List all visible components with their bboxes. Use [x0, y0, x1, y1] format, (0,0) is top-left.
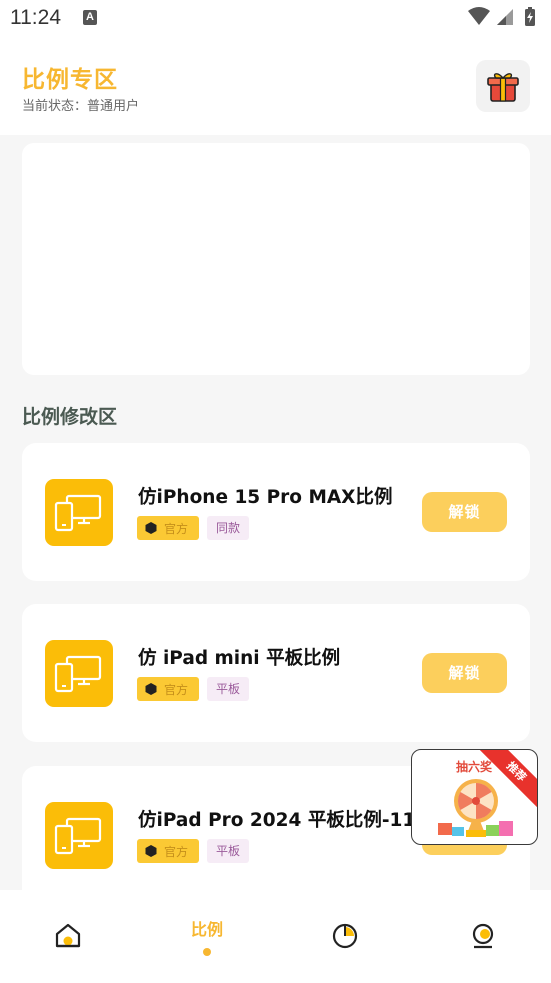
header: 比例专区 当前状态：普通用户 [0, 40, 551, 135]
devices-icon [45, 640, 113, 707]
ratio-card-ipad-mini[interactable]: 仿 iPad mini 平板比例 官方 平板 解锁 [22, 604, 530, 742]
gift-button[interactable] [476, 60, 530, 112]
official-tag-label: 官方 [164, 682, 189, 697]
unlock-button[interactable]: 解锁 [422, 492, 507, 532]
official-tag: 官方 [137, 839, 199, 863]
devices-icon [45, 479, 113, 546]
wifi-icon [468, 7, 490, 25]
devices-icon [45, 802, 113, 869]
section-title: 比例修改区 [22, 406, 118, 428]
nav-stats[interactable] [295, 890, 395, 983]
category-tag: 平板 [207, 677, 250, 701]
signal-icon [497, 9, 513, 25]
status-time: 11:24 [10, 6, 61, 29]
card-tags: 官方 同款 [137, 516, 250, 540]
cube-icon [145, 683, 157, 695]
home-icon [55, 923, 81, 948]
nav-ratio[interactable]: 比例 [157, 890, 257, 983]
float-ad-title: 抽六奖 [456, 760, 493, 774]
official-tag: 官方 [137, 516, 199, 540]
profile-icon [472, 923, 494, 949]
banner-area[interactable] [22, 143, 530, 375]
lottery-float-ad[interactable]: 抽六奖 推荐 [411, 749, 538, 845]
nav-home[interactable] [18, 890, 118, 983]
prize-wheel-icon [438, 779, 513, 837]
cube-icon [145, 845, 157, 857]
card-title: 仿iPhone 15 Pro MAX比例 [138, 487, 393, 508]
status-bar: 11:24 A [0, 0, 551, 40]
nav-ratio-label: 比例 [190, 920, 223, 939]
unlock-button[interactable]: 解锁 [422, 653, 507, 693]
category-tag: 同款 [207, 516, 250, 540]
nav-profile[interactable] [433, 890, 533, 983]
gift-icon [487, 73, 519, 102]
card-tags: 官方 平板 [137, 677, 250, 701]
active-indicator [203, 948, 211, 956]
page-title: 比例专区 [22, 67, 118, 93]
official-tag: 官方 [137, 677, 199, 701]
pie-chart-icon [332, 923, 358, 949]
official-tag-label: 官方 [164, 844, 189, 859]
bottom-nav: 比例 [0, 890, 551, 983]
card-tags: 官方 平板 [137, 839, 250, 863]
battery-icon [525, 7, 535, 26]
card-title: 仿iPad Pro 2024 平板比例-11寸 [138, 810, 434, 831]
ratio-card-iphone-15-pro-max[interactable]: 仿iPhone 15 Pro MAX比例 官方 同款 解锁 [22, 443, 530, 581]
accessibility-indicator-icon: A [83, 10, 97, 25]
cube-icon [145, 522, 157, 534]
user-status: 当前状态：普通用户 [22, 99, 140, 114]
status-icons [467, 6, 541, 28]
card-title: 仿 iPad mini 平板比例 [138, 648, 341, 669]
official-tag-label: 官方 [164, 521, 189, 536]
category-tag: 平板 [207, 839, 250, 863]
